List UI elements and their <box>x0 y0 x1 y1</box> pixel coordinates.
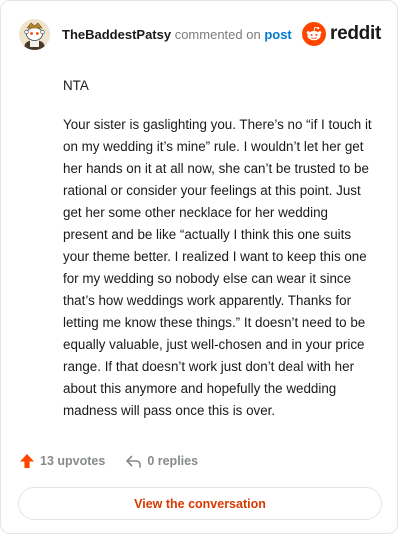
comment-body: NTA Your sister is gaslighting you. Ther… <box>63 75 375 439</box>
reddit-wordmark: reddit <box>330 23 381 44</box>
commented-on-text: commented on <box>171 26 265 42</box>
reddit-brand[interactable]: reddit <box>302 22 381 46</box>
snoo-avatar-icon <box>19 18 50 50</box>
replies-label: 0 replies <box>147 454 199 468</box>
comment-paragraph: Your sister is gaslighting you. There’s … <box>63 117 372 418</box>
avatar[interactable] <box>19 18 50 50</box>
upvotes-label: 13 upvotes <box>40 454 106 468</box>
comment-card: TheBaddestPatsy commented on post reddit… <box>0 0 398 534</box>
comment-headline: TheBaddestPatsy commented on post <box>62 27 292 42</box>
username[interactable]: TheBaddestPatsy <box>62 27 171 42</box>
reddit-logo-icon <box>302 22 327 46</box>
post-link[interactable]: post <box>264 27 291 42</box>
comment-footer: 13 upvotes 0 replies <box>19 453 198 469</box>
comment-paragraph: NTA <box>63 78 89 93</box>
reply-arrow-icon <box>126 455 142 468</box>
comment-header: TheBaddestPatsy commented on post reddit <box>19 18 381 50</box>
replies-count[interactable]: 0 replies <box>125 453 198 469</box>
upvote-arrow-icon <box>20 454 34 468</box>
view-conversation-button[interactable]: View the conversation <box>18 487 382 520</box>
upvotes-count[interactable]: 13 upvotes <box>19 453 105 469</box>
